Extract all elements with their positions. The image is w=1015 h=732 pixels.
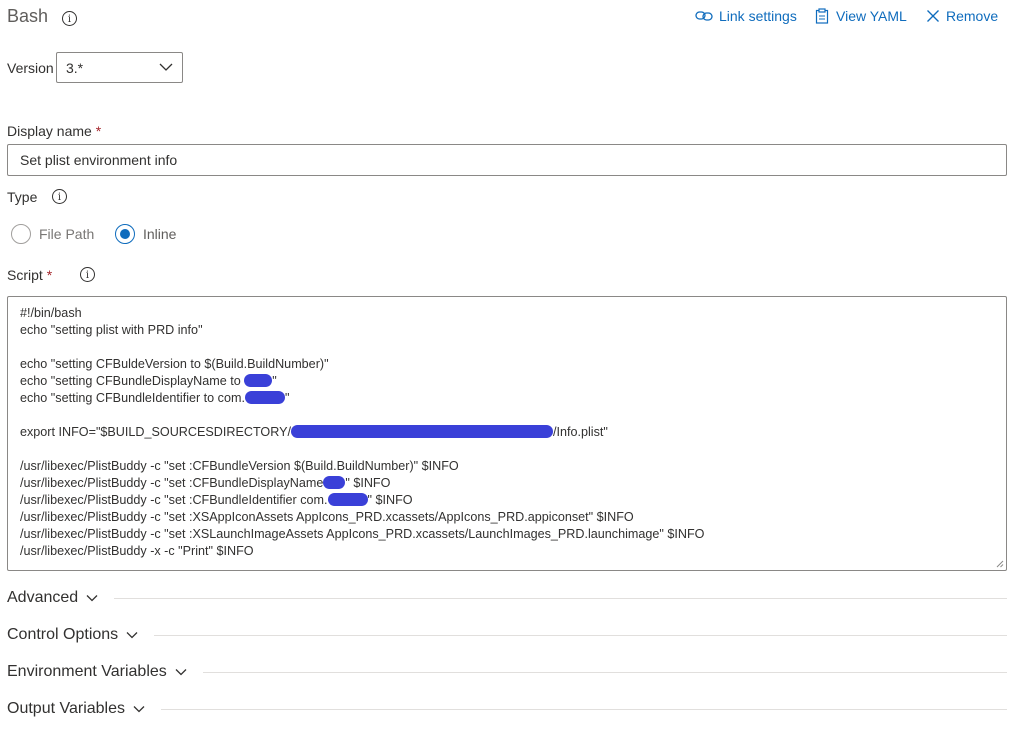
script-line: echo "setting plist with PRD info" <box>20 323 203 337</box>
script-text: echo "setting CFBundleIdentifier to com. <box>20 391 245 405</box>
script-text: /usr/libexec/PlistBuddy -c "set :CFBundl… <box>20 476 324 490</box>
script-label: Script * <box>7 267 52 283</box>
script-line: /usr/libexec/PlistBuddy -c "set :CFBundl… <box>20 475 994 492</box>
script-textarea[interactable]: #!/bin/bash echo "setting plist with PRD… <box>7 296 1007 571</box>
script-line: echo "setting CFBundleIdentifier to com.… <box>20 390 994 407</box>
section-environment-variables[interactable]: Environment Variables <box>7 663 1007 681</box>
redaction-mark <box>244 374 273 387</box>
radio-button-selected-icon <box>115 224 135 244</box>
chevron-down-icon <box>175 669 187 676</box>
view-yaml-button[interactable]: View YAML <box>814 6 907 26</box>
chevron-down-icon <box>86 595 98 602</box>
link-settings-button[interactable]: Link settings <box>695 6 797 26</box>
version-value: 3.* <box>66 60 84 76</box>
script-line: echo "setting CFBuldeVersion to $(Build.… <box>20 357 329 371</box>
section-control-options[interactable]: Control Options <box>7 626 1007 644</box>
script-line: #!/bin/bash <box>20 306 82 320</box>
section-title: Environment Variables <box>7 663 167 680</box>
close-icon <box>927 10 939 22</box>
info-icon[interactable]: i <box>52 189 67 204</box>
redaction-mark <box>327 493 368 506</box>
script-text: " <box>284 391 290 405</box>
script-line <box>20 441 994 458</box>
display-name-input[interactable]: Set plist environment info <box>7 144 1007 176</box>
script-line: /usr/libexec/PlistBuddy -c "set :XSLaunc… <box>20 527 705 541</box>
script-line: echo "setting CFBundleDisplayName to " <box>20 373 994 390</box>
version-label: Version <box>7 60 54 76</box>
script-label-text: Script <box>7 267 43 283</box>
section-title: Advanced <box>7 589 79 606</box>
chevron-down-icon <box>159 63 173 71</box>
type-label: Type <box>7 189 38 205</box>
required-marker: * <box>95 123 102 139</box>
script-text: echo "setting CFBundleDisplayName to <box>20 374 241 388</box>
radio-button-icon <box>11 224 31 244</box>
radio-file-path-label: File Path <box>39 226 95 242</box>
chevron-down-icon <box>133 706 145 713</box>
divider <box>114 597 1007 599</box>
script-line: /usr/libexec/PlistBuddy -c "set :CFBundl… <box>20 492 994 509</box>
info-icon[interactable]: i <box>80 267 95 282</box>
script-line <box>20 339 994 356</box>
script-line <box>20 407 994 424</box>
chevron-down-icon <box>126 632 138 639</box>
redaction-mark <box>291 425 553 438</box>
redaction-mark <box>244 391 285 404</box>
version-select[interactable]: 3.* <box>56 52 183 83</box>
display-name-label-text: Display name <box>7 123 92 139</box>
link-icon <box>695 11 713 21</box>
remove-button[interactable]: Remove <box>926 6 998 26</box>
required-marker: * <box>46 267 53 283</box>
view-yaml-label: View YAML <box>836 8 907 24</box>
radio-inline[interactable]: Inline <box>115 224 176 244</box>
script-text: " $INFO <box>367 493 413 507</box>
script-line: /usr/libexec/PlistBuddy -x -c "Print" $I… <box>20 544 254 558</box>
divider <box>154 634 1007 636</box>
script-text: /Info.plist" <box>553 425 608 439</box>
clipboard-icon <box>815 8 829 24</box>
divider <box>161 708 1007 710</box>
remove-label: Remove <box>946 8 999 24</box>
resize-handle-icon[interactable] <box>996 560 1004 568</box>
info-icon[interactable]: i <box>62 11 77 26</box>
section-title: Output Variables <box>7 700 125 717</box>
script-line: /usr/libexec/PlistBuddy -c "set :CFBundl… <box>20 459 459 473</box>
radio-file-path[interactable]: File Path <box>11 224 94 244</box>
script-line: export INFO="$BUILD_SOURCESDIRECTORY/ /In… <box>20 424 994 441</box>
section-advanced[interactable]: Advanced <box>7 589 1007 607</box>
display-name-label: Display name * <box>7 123 101 139</box>
script-text: export INFO="$BUILD_SOURCESDIRECTORY/ <box>20 425 291 439</box>
section-title: Control Options <box>7 626 119 643</box>
script-line: /usr/libexec/PlistBuddy -c "set :XSAppIc… <box>20 510 634 524</box>
section-output-variables[interactable]: Output Variables <box>7 700 1007 718</box>
script-text: " <box>272 374 277 388</box>
script-text: /usr/libexec/PlistBuddy -c "set :CFBundl… <box>20 493 328 507</box>
link-settings-label: Link settings <box>719 8 797 24</box>
redaction-mark <box>323 476 346 489</box>
radio-inline-label: Inline <box>143 226 177 242</box>
divider <box>202 671 1007 673</box>
script-text: " $INFO <box>345 476 391 490</box>
task-title: Bash <box>7 6 49 26</box>
